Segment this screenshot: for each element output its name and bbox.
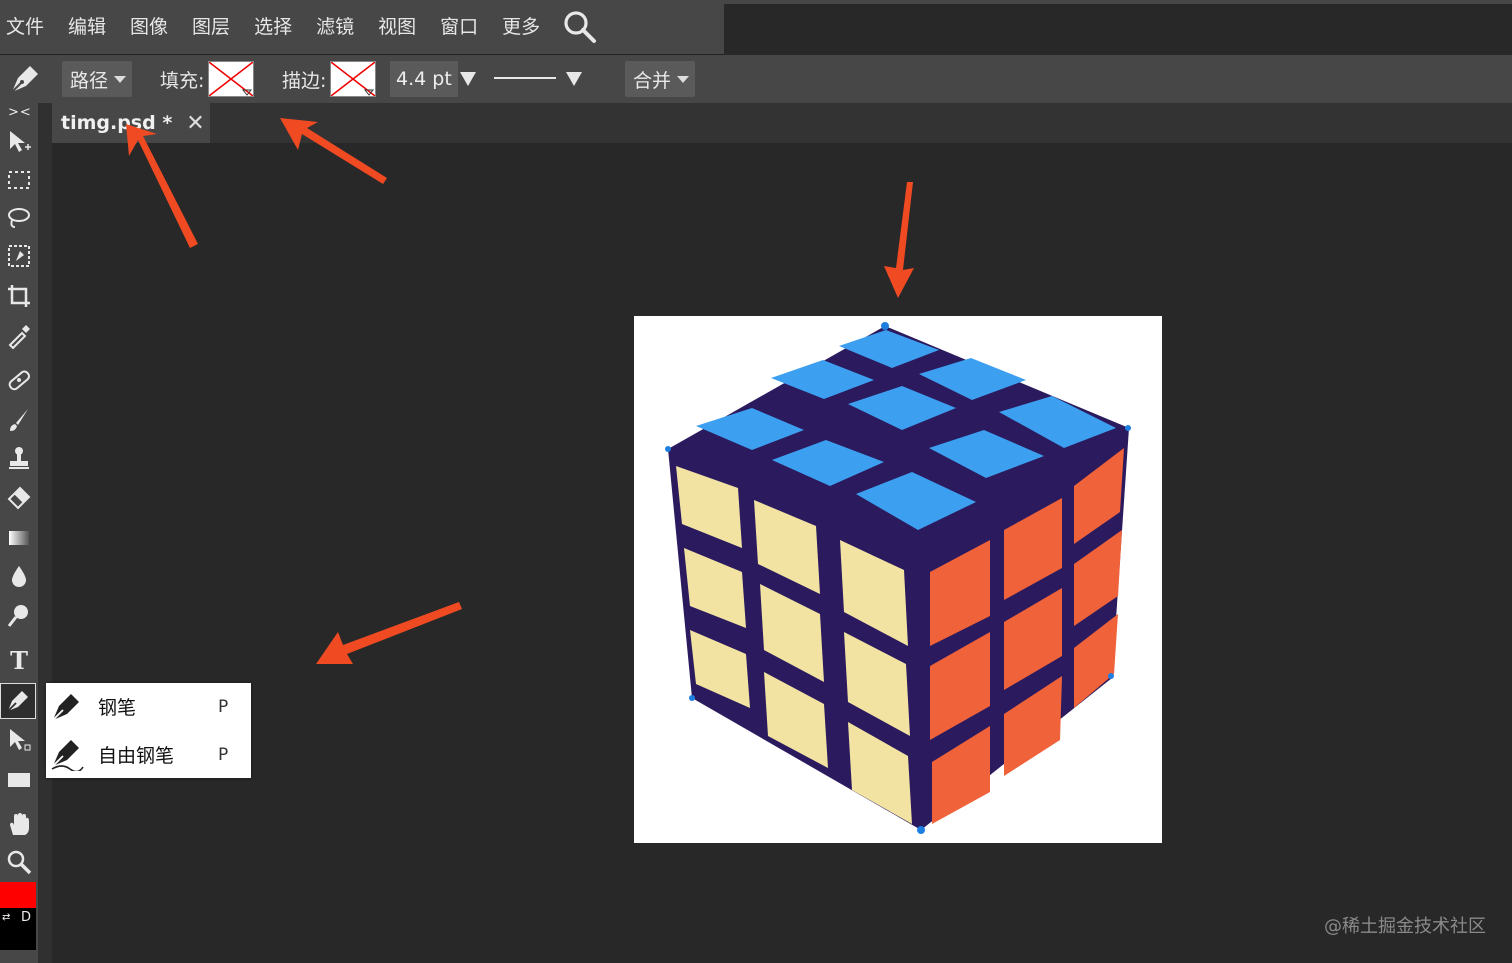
document-canvas[interactable] xyxy=(634,316,1162,843)
menu-file[interactable]: 文件 xyxy=(0,0,60,54)
flyout-item-shortcut: P xyxy=(218,744,229,765)
zoom-tool-icon[interactable] xyxy=(2,845,36,879)
tools-panel: >< T xyxy=(0,103,38,963)
flyout-item-label: 钢笔 xyxy=(98,697,137,719)
eraser-tool-icon[interactable] xyxy=(2,481,36,515)
svg-text:T: T xyxy=(10,647,28,673)
document-tab-title: timg.psd * xyxy=(61,112,173,134)
dodge-tool-icon[interactable] xyxy=(2,599,36,633)
options-bar: 路径 填充: 描边: 4.4 pt 合并 xyxy=(0,55,1512,103)
watermark: @稀土掘金技术社区 xyxy=(1324,916,1486,937)
menu-more[interactable]: 更多 xyxy=(494,0,556,54)
menu-edit[interactable]: 编辑 xyxy=(60,0,122,54)
panel-gutter xyxy=(38,103,52,963)
hand-tool-icon[interactable] xyxy=(2,807,36,841)
document-tab-bar: timg.psd * ✕ xyxy=(52,103,1512,143)
move-tool-icon[interactable] xyxy=(2,125,36,159)
eyedropper-tool-icon[interactable] xyxy=(2,319,36,353)
gradient-tool-icon[interactable] xyxy=(2,521,36,555)
menu-view[interactable]: 视图 xyxy=(370,0,432,54)
flyout-item-label: 自由钢笔 xyxy=(98,745,175,767)
menu-select[interactable]: 选择 xyxy=(246,0,308,54)
search-icon[interactable] xyxy=(562,7,598,47)
crop-tool-icon[interactable] xyxy=(2,279,36,313)
pen-tool-button[interactable] xyxy=(0,683,36,719)
rectangle-tool-icon[interactable] xyxy=(2,763,36,797)
stamp-tool-icon[interactable] xyxy=(2,441,36,475)
fill-label: 填充: xyxy=(160,69,205,92)
pen-tool-icon xyxy=(8,55,42,103)
stroke-style-dropdown[interactable] xyxy=(494,55,582,103)
menu-window[interactable]: 窗口 xyxy=(432,0,494,54)
menu-image[interactable]: 图像 xyxy=(122,0,184,54)
stroke-width-field[interactable]: 4.4 pt xyxy=(390,61,458,97)
pen-icon xyxy=(52,694,79,721)
foreground-color-swatch[interactable] xyxy=(0,882,36,908)
freeform-pen-icon xyxy=(51,740,84,771)
triangle-down-icon xyxy=(566,72,582,86)
flyout-item-freeform-pen[interactable]: 自由钢笔 P xyxy=(46,731,251,778)
mode-value: 路径 xyxy=(70,69,109,92)
stroke-width-value: 4.4 pt xyxy=(396,68,452,90)
pen-tool-flyout: 钢笔 P 自由钢笔 P xyxy=(46,683,251,778)
close-icon[interactable]: ✕ xyxy=(186,111,204,136)
stroke-width-dropdown[interactable] xyxy=(460,55,476,103)
marquee-tool-icon[interactable] xyxy=(2,163,36,197)
rubiks-cube-image xyxy=(665,322,1131,834)
flyout-item-shortcut: P xyxy=(218,696,229,717)
blur-tool-icon[interactable] xyxy=(2,559,36,593)
pen-icon xyxy=(7,691,28,712)
chevron-down-icon xyxy=(677,75,690,83)
healing-brush-tool-icon[interactable] xyxy=(2,363,36,397)
document-tab[interactable]: timg.psd * ✕ xyxy=(52,103,210,143)
fill-swatch[interactable] xyxy=(208,61,255,97)
stroke-swatch[interactable] xyxy=(330,61,377,97)
menu-bar-edge xyxy=(724,0,1512,4)
text-tool-icon[interactable]: T xyxy=(2,643,36,677)
chevron-down-icon xyxy=(114,75,127,83)
flyout-item-pen[interactable]: 钢笔 P xyxy=(46,683,251,730)
lasso-tool-icon[interactable] xyxy=(2,201,36,235)
brush-tool-icon[interactable] xyxy=(2,403,36,437)
stroke-label: 描边: xyxy=(282,69,327,92)
swap-colors-icon[interactable]: ⇄ xyxy=(2,912,10,923)
menu-filter[interactable]: 滤镜 xyxy=(308,0,370,54)
combine-value: 合并 xyxy=(633,69,672,92)
mode-dropdown[interactable]: 路径 xyxy=(62,61,133,97)
menu-layer[interactable]: 图层 xyxy=(184,0,246,54)
quick-select-tool-icon[interactable] xyxy=(2,239,36,273)
collapse-panel-button[interactable]: >< xyxy=(8,105,32,120)
line-style-icon xyxy=(494,77,556,79)
default-colors-button[interactable]: D xyxy=(21,910,31,925)
path-select-tool-icon[interactable] xyxy=(2,723,36,757)
combine-dropdown[interactable]: 合并 xyxy=(625,61,696,97)
menu-bar: 文件 编辑 图像 图层 选择 滤镜 视图 窗口 更多 xyxy=(0,0,724,55)
triangle-down-icon xyxy=(460,72,476,86)
